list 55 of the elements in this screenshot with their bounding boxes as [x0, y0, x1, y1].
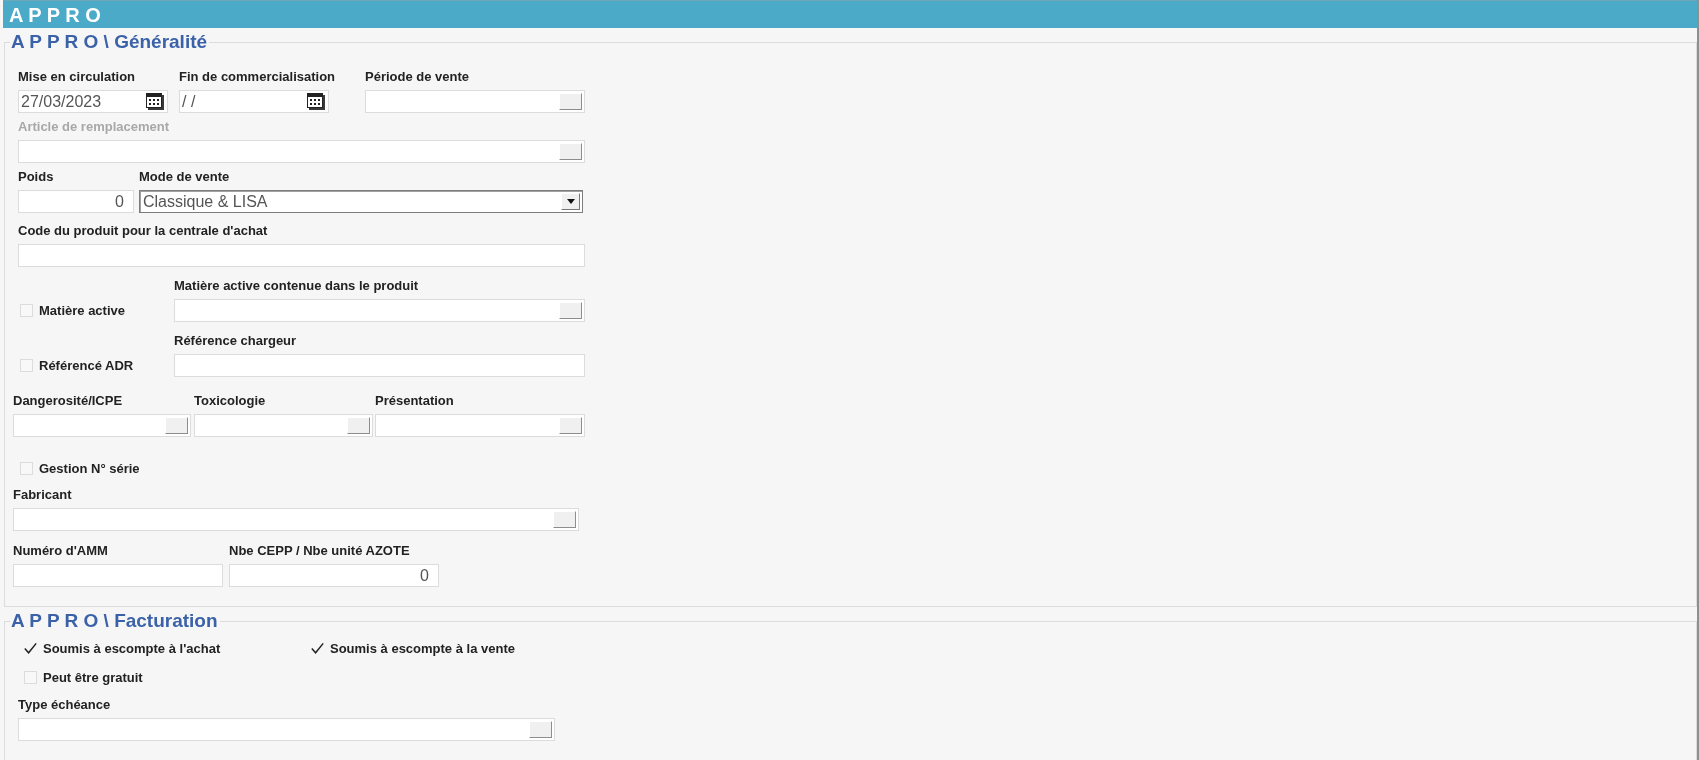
calendar-icon[interactable] [146, 93, 164, 110]
checkbox-label: Soumis à escompte à la vente [330, 640, 515, 657]
browse-button[interactable] [529, 721, 552, 738]
dropdown-field[interactable]: Classique & LISA [139, 190, 583, 213]
section-title: A P P R O \ Facturation [10, 610, 219, 632]
dropdown-button[interactable] [561, 193, 580, 210]
browse-button[interactable] [559, 417, 582, 434]
checkbox-label: Soumis à escompte à l'achat [43, 640, 221, 657]
lookup-field[interactable] [194, 414, 373, 437]
checkbox-label: Gestion N° série [39, 460, 140, 477]
checkbox-label: Matière active [39, 302, 125, 319]
field-label: Article de remplacement [18, 119, 169, 135]
browse-button[interactable] [347, 417, 370, 434]
browse-button[interactable] [559, 302, 582, 319]
field-label: Matière active contenue dans le produit [174, 278, 419, 294]
lookup-field[interactable] [375, 414, 585, 437]
lookup-field[interactable] [13, 508, 579, 531]
checkbox[interactable] [24, 642, 37, 655]
text-field[interactable] [13, 564, 223, 587]
lookup-field[interactable] [174, 299, 585, 322]
calendar-icon[interactable] [307, 93, 325, 110]
browse-button[interactable] [553, 511, 576, 528]
number-field[interactable]: 0 [18, 190, 134, 213]
section-title: A P P R O \ Généralité [10, 31, 209, 53]
lookup-field[interactable] [13, 414, 191, 437]
field-label: Code du produit pour la centrale d'achat [18, 223, 268, 239]
date-field[interactable]: / / [179, 90, 329, 113]
caret-icon [566, 199, 575, 204]
field-label: Fabricant [13, 487, 72, 503]
checkbox[interactable] [311, 642, 324, 655]
date-field[interactable]: 27/03/2023 [18, 90, 168, 113]
field-label: Mode de vente [139, 169, 230, 185]
field-label: Dangerosité/ICPE [13, 393, 123, 409]
checkbox-label: Peut être gratuit [43, 669, 143, 686]
field-label: Période de vente [365, 69, 470, 85]
field-label: Référence chargeur [174, 333, 297, 349]
field-label: Toxicologie [194, 393, 266, 409]
field-label: Poids [18, 169, 54, 185]
browse-button[interactable] [165, 417, 188, 434]
app-title: A P P R O [9, 2, 101, 27]
text-field[interactable] [174, 354, 585, 377]
field-label: Fin de commercialisation [179, 69, 336, 85]
browse-button[interactable] [559, 93, 582, 110]
checkbox-label: Référencé ADR [39, 357, 134, 374]
field-label: Numéro d'AMM [13, 543, 108, 559]
lookup-field[interactable] [365, 90, 585, 113]
field-label: Mise en circulation [18, 69, 136, 85]
field-label: Nbe CEPP / Nbe unité AZOTE [229, 543, 410, 559]
field-label: Présentation [375, 393, 454, 409]
text-field[interactable] [18, 244, 585, 267]
lookup-field[interactable] [18, 718, 555, 741]
field-label: Type échéance [18, 697, 111, 713]
lookup-field[interactable] [18, 140, 585, 163]
browse-button[interactable] [559, 143, 582, 160]
number-field[interactable]: 0 [229, 564, 439, 587]
